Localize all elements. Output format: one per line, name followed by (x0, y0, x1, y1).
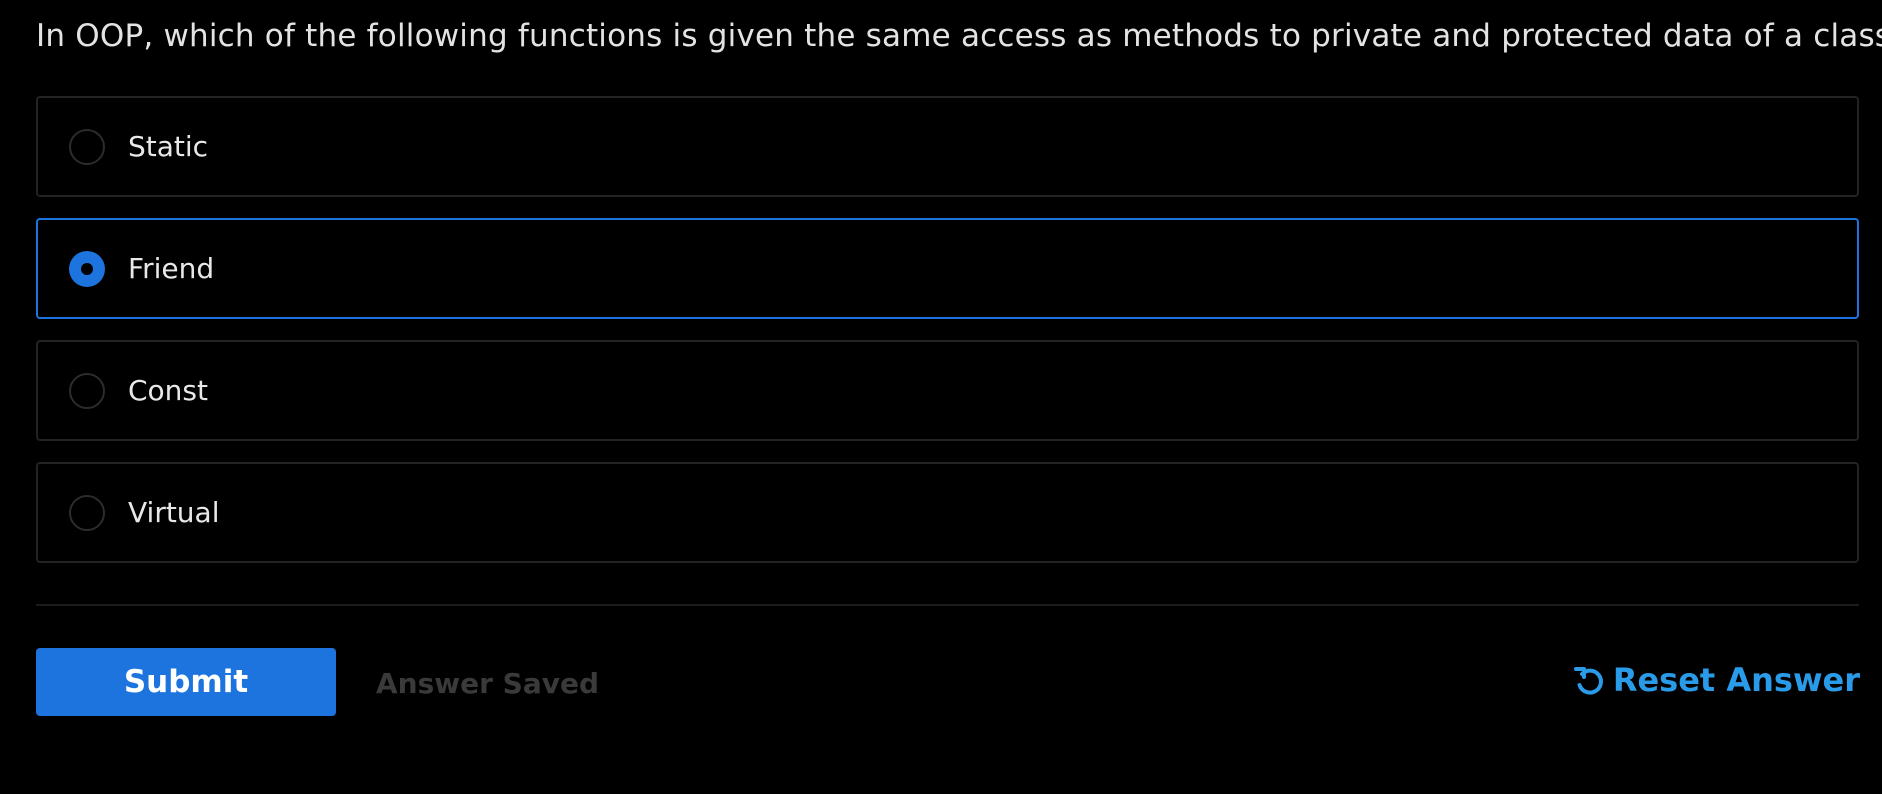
radio-button[interactable] (69, 129, 105, 165)
radio-button[interactable] (69, 251, 105, 287)
option-friend[interactable]: Friend (36, 218, 1859, 319)
submit-button[interactable]: Submit (36, 648, 336, 716)
reset-answer-label: Reset Answer (1612, 661, 1860, 699)
option-static[interactable]: Static (36, 96, 1859, 197)
reset-answer-button[interactable]: Reset Answer (1573, 658, 1860, 702)
answer-saved-status: Answer Saved (376, 667, 600, 700)
radio-button[interactable] (69, 495, 105, 531)
option-label: Friend (128, 252, 215, 285)
option-virtual[interactable]: Virtual (36, 462, 1859, 563)
answer-options: Static Friend Const Virtual (36, 96, 1859, 584)
option-label: Const (128, 374, 208, 407)
option-label: Virtual (128, 496, 220, 529)
reset-icon (1573, 664, 1605, 696)
radio-button[interactable] (69, 373, 105, 409)
question-text: In OOP, which of the following functions… (36, 18, 1882, 54)
option-const[interactable]: Const (36, 340, 1859, 441)
divider (36, 604, 1859, 606)
option-label: Static (128, 130, 209, 163)
